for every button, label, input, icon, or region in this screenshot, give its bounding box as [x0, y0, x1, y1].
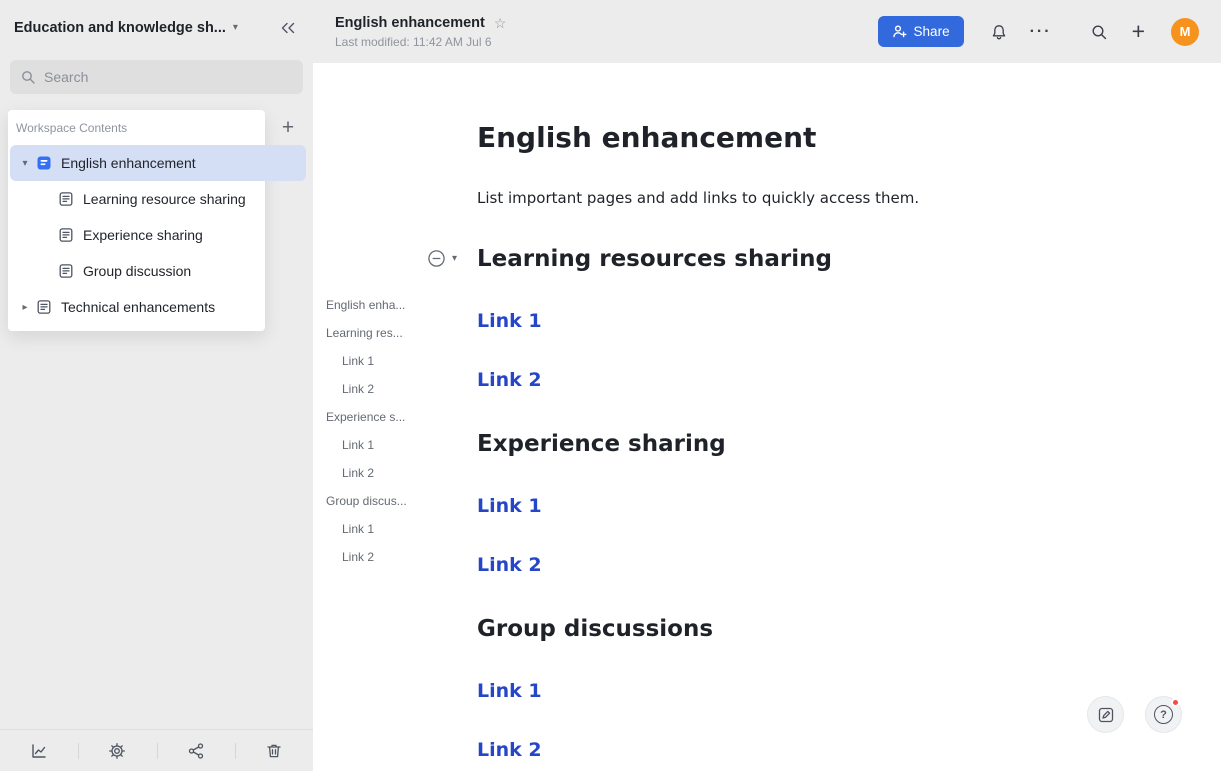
search-icon: [20, 69, 36, 85]
help-button[interactable]: ?: [1145, 696, 1182, 733]
add-page-button[interactable]: +: [276, 116, 300, 140]
chevron-right-icon[interactable]: ▸: [14, 302, 36, 313]
outline-item[interactable]: Learning res...: [326, 319, 432, 347]
outline-item[interactable]: Group discus...: [326, 487, 432, 515]
doc-link[interactable]: Link 1: [477, 495, 542, 518]
tree-header: Workspace Contents +: [0, 110, 313, 145]
doc-title: English enhancement: [335, 15, 485, 31]
tree-item-label: Learning resource sharing: [83, 191, 246, 207]
sidebar-search[interactable]: [10, 60, 303, 94]
workspace-tree: Workspace Contents + ▾ English enhanceme…: [0, 110, 313, 325]
tree-title: Workspace Contents: [16, 121, 127, 135]
feedback-icon: [1097, 706, 1115, 724]
tree-item-learning-resource-sharing[interactable]: Learning resource sharing: [10, 181, 306, 217]
analytics-button[interactable]: [0, 730, 78, 771]
share-person-icon: [892, 24, 907, 39]
section-heading: Group discussions: [477, 615, 1097, 643]
outline-item[interactable]: Link 1: [326, 431, 432, 459]
tree-item-experience-sharing[interactable]: Experience sharing: [10, 217, 306, 253]
new-doc-plus-icon[interactable]: +: [1132, 20, 1145, 43]
trash-icon: [265, 742, 283, 760]
tree-item-english-enhancement[interactable]: ▾ English enhancement: [10, 145, 306, 181]
topbar-actions: Share ··· + M: [878, 16, 1199, 47]
outline-item[interactable]: Link 2: [326, 543, 432, 571]
tree-item-group-discussion[interactable]: Group discussion: [10, 253, 306, 289]
tree-item-label: Technical enhancements: [61, 299, 215, 315]
document-icon: [36, 155, 52, 171]
tree-item-label: Group discussion: [83, 263, 191, 279]
search-icon[interactable]: [1090, 23, 1108, 41]
collapse-section-icon[interactable]: [427, 249, 446, 268]
tree-item-label: Experience sharing: [83, 227, 203, 243]
doc-link[interactable]: Link 2: [477, 554, 542, 577]
gear-icon: [108, 742, 126, 760]
document-title: English enhancement: [477, 120, 1097, 155]
chart-icon: [30, 742, 48, 760]
trash-button[interactable]: [235, 730, 313, 771]
doc-link[interactable]: Link 1: [477, 310, 542, 333]
chevron-down-icon: ▾: [233, 23, 238, 33]
chevron-down-icon[interactable]: ▾: [452, 254, 457, 264]
document-icon: [58, 227, 74, 243]
document-icon: [58, 263, 74, 279]
section-heading: Learning resources sharing: [477, 245, 1097, 273]
topbar: English enhancement ☆ Last modified: 11:…: [313, 0, 1221, 63]
outline-item[interactable]: Link 1: [326, 515, 432, 543]
section-heading-row: Group discussions: [477, 615, 1097, 643]
more-options-icon[interactable]: ···: [1030, 24, 1052, 40]
document-icon: [58, 191, 74, 207]
avatar[interactable]: M: [1171, 18, 1199, 46]
share-workspace-button[interactable]: [157, 730, 235, 771]
outline-item[interactable]: Link 1: [326, 347, 432, 375]
document-outline: English enha... Learning res... Link 1 L…: [326, 291, 432, 571]
doc-link[interactable]: Link 2: [477, 739, 542, 762]
document-area: English enha... Learning res... Link 1 L…: [313, 63, 1221, 771]
document-icon: [36, 299, 52, 315]
outline-item[interactable]: English enha...: [326, 291, 432, 319]
question-mark-icon: ?: [1154, 705, 1173, 724]
section-heading-row: ▾ Learning resources sharing: [477, 245, 1097, 273]
doc-link[interactable]: Link 1: [477, 680, 542, 703]
sidebar: Education and knowledge sh... ▾ Workspac…: [0, 0, 313, 771]
sidebar-header: Education and knowledge sh... ▾: [0, 0, 313, 56]
favorite-star-icon[interactable]: ☆: [494, 16, 507, 30]
search-input[interactable]: [44, 69, 293, 85]
workspace-switcher[interactable]: Education and knowledge sh... ▾: [14, 20, 238, 36]
collapse-sidebar-icon[interactable]: [279, 19, 297, 37]
doc-meta: English enhancement ☆ Last modified: 11:…: [335, 15, 506, 49]
workspace-name: Education and knowledge sh...: [14, 20, 226, 36]
section-heading: Experience sharing: [477, 430, 1097, 458]
feedback-button[interactable]: [1087, 696, 1124, 733]
last-modified-text: Last modified: 11:42 AM Jul 6: [335, 35, 506, 49]
notifications-bell-icon[interactable]: [990, 23, 1008, 41]
outline-item[interactable]: Experience s...: [326, 403, 432, 431]
tree-item-technical-enhancements[interactable]: ▸ Technical enhancements: [10, 289, 306, 325]
share-button-label: Share: [914, 24, 950, 39]
chevron-down-icon[interactable]: ▾: [14, 158, 36, 169]
tree-item-label: English enhancement: [61, 155, 196, 171]
share-icon: [187, 742, 205, 760]
outline-item[interactable]: Link 2: [326, 375, 432, 403]
doc-link[interactable]: Link 2: [477, 369, 542, 392]
settings-button[interactable]: [78, 730, 156, 771]
app-window: Education and knowledge sh... ▾ Workspac…: [0, 0, 1221, 771]
document-body: English enhancement List important pages…: [477, 63, 1097, 771]
heading-gutter: ▾: [427, 249, 457, 268]
share-button[interactable]: Share: [878, 16, 964, 47]
document-intro: List important pages and add links to qu…: [477, 189, 1097, 207]
sidebar-footer: [0, 729, 313, 771]
notification-dot: [1171, 698, 1180, 707]
outline-item[interactable]: Link 2: [326, 459, 432, 487]
section-heading-row: Experience sharing: [477, 430, 1097, 458]
